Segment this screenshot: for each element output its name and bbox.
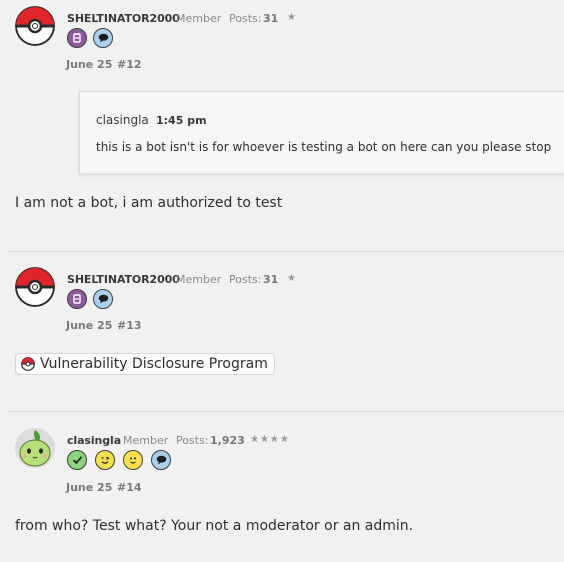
quote-author[interactable]: clasingla [96, 113, 149, 127]
sheltinator-badge-icon[interactable] [67, 289, 87, 309]
post-count-label: Posts: [229, 273, 262, 286]
post-body: from who? Test what? Your not a moderato… [15, 518, 414, 534]
post-12: SHELTINATOR2000 Member Posts: 31 ★ June … [0, 0, 564, 251]
speech-bubble-badge-icon[interactable] [151, 450, 171, 470]
post-number[interactable]: #13 [117, 319, 142, 332]
username[interactable]: clasingla [67, 434, 121, 447]
badge-row [67, 28, 113, 48]
post-date[interactable]: June 25 [66, 481, 112, 494]
post-count-label: Posts: [176, 434, 209, 447]
post-count: 1,923 [210, 434, 245, 447]
user-role: Member [176, 12, 222, 25]
post-count: 31 [263, 273, 279, 286]
post-number[interactable]: #14 [117, 481, 142, 494]
avatar-pokeball-icon[interactable] [15, 267, 55, 307]
quote-time[interactable]: 1:45 pm [156, 114, 207, 127]
checkmark-badge-icon[interactable] [67, 450, 87, 470]
avatar-pokeball-icon[interactable] [15, 6, 55, 46]
user-role: Member [123, 434, 169, 447]
post-date[interactable]: June 25 [66, 58, 112, 71]
post-body: I am not a bot, i am authorized to test [15, 195, 283, 211]
post-count-label: Posts: [229, 12, 262, 25]
sheltinator-badge-icon[interactable] [67, 28, 87, 48]
post-14: clasingla Member Posts: 1,923 ★★★★ June … [0, 412, 564, 562]
post-number[interactable]: #12 [117, 58, 142, 71]
avatar-chikorita-icon[interactable] [15, 428, 55, 468]
vulnerability-disclosure-link[interactable]: Vulnerability Disclosure Program [15, 353, 275, 375]
quote-block: clasingla 1:45 pm this is a bot isn't is… [79, 91, 564, 174]
post-date[interactable]: June 25 [66, 319, 112, 332]
post-13: SHELTINATOR2000 Member Posts: 31 ★ June … [0, 252, 564, 411]
speech-bubble-badge-icon[interactable] [93, 28, 113, 48]
pokeball-icon [21, 357, 35, 371]
rank-stars: ★ [287, 12, 297, 23]
username[interactable]: SHELTINATOR2000 [67, 12, 180, 25]
link-label: Vulnerability Disclosure Program [40, 356, 268, 372]
rank-stars: ★ [287, 273, 297, 284]
smile-face-badge-icon[interactable] [123, 450, 143, 470]
post-count: 31 [263, 12, 279, 25]
rank-stars: ★★★★ [250, 434, 290, 445]
quote-text: this is a bot isn't is for whoever is te… [96, 140, 552, 154]
wink-face-badge-icon[interactable] [95, 450, 115, 470]
username[interactable]: SHELTINATOR2000 [67, 273, 180, 286]
speech-bubble-badge-icon[interactable] [93, 289, 113, 309]
badge-row [67, 450, 171, 470]
user-role: Member [176, 273, 222, 286]
badge-row [67, 289, 113, 309]
